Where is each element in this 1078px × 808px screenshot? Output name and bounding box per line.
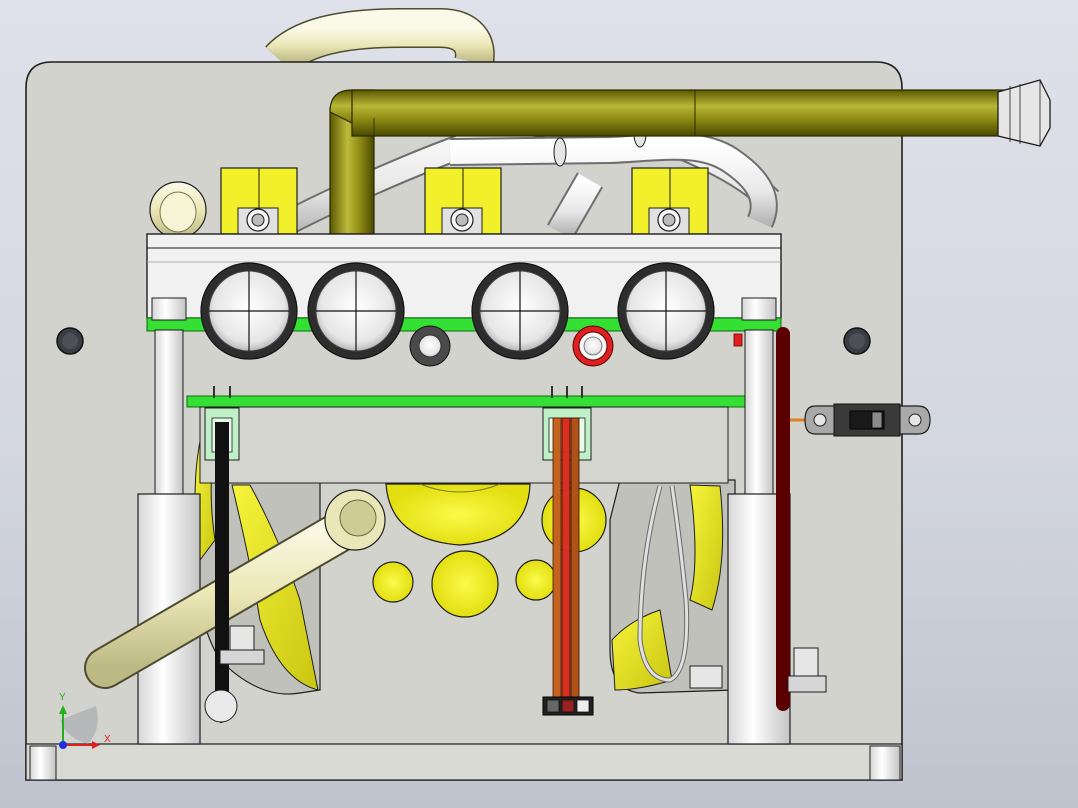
clamp-1	[220, 167, 298, 235]
triad-y-label: Y	[59, 692, 66, 703]
pcb-lower[interactable]	[186, 395, 748, 408]
triad-x-label: X	[104, 734, 111, 745]
port-1	[200, 262, 298, 360]
assembly-drawing[interactable]: X Y	[0, 0, 1078, 808]
inner-frame	[199, 406, 729, 484]
power-switch[interactable]	[804, 403, 931, 437]
port-2	[307, 262, 405, 360]
clamp-3	[631, 167, 709, 235]
port-4	[617, 262, 715, 360]
yellow-clamps[interactable]	[220, 167, 709, 235]
wire-connector-plug[interactable]	[542, 696, 594, 716]
cream-pipe-top[interactable]	[265, 7, 495, 75]
small-port-grey	[409, 325, 451, 367]
base-foot-right	[869, 745, 901, 781]
triad-z-axis	[59, 741, 67, 749]
cream-elbow-left[interactable]	[149, 181, 207, 239]
clamp-2	[424, 167, 502, 235]
base-ledge	[25, 743, 903, 781]
small-port-red	[572, 325, 614, 367]
bolt-mid-right	[689, 665, 723, 689]
port-3	[471, 262, 569, 360]
brown-wire-bundle[interactable]	[552, 417, 580, 701]
cad-viewport[interactable]: X Y	[0, 0, 1078, 808]
base-foot-left	[29, 745, 57, 781]
